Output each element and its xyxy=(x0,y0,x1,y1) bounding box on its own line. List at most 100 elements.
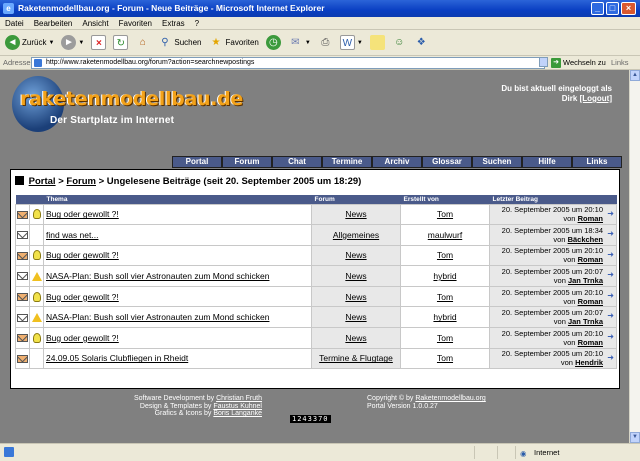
last-post-date: 20. September 2005 um 20:07 xyxy=(501,308,603,318)
forum-link[interactable]: Termine & Flugtage xyxy=(319,353,393,363)
topic-link[interactable]: Bug oder gewollt ?! xyxy=(46,292,119,302)
breadcrumb-forum[interactable]: Forum xyxy=(66,176,96,187)
favorites-button[interactable]: ★ Favoriten xyxy=(207,33,261,53)
minimize-button[interactable]: _ xyxy=(591,2,604,15)
menu-ansicht[interactable]: Ansicht xyxy=(77,17,113,29)
research-button[interactable]: ❖ xyxy=(412,33,431,53)
goto-post-icon[interactable]: ➜ xyxy=(607,209,614,217)
logout-link[interactable]: [Logout] xyxy=(580,94,612,103)
nav-forum[interactable]: Forum xyxy=(222,156,272,168)
author-link[interactable]: Tom xyxy=(437,250,453,260)
forum-link[interactable]: News xyxy=(345,271,366,281)
menu-datei[interactable]: Datei xyxy=(0,17,29,29)
back-button[interactable]: ◄ Zurück ▼ xyxy=(3,33,56,53)
home-button[interactable]: ⌂ xyxy=(133,33,152,53)
new-post-icon xyxy=(17,354,28,363)
menu-favoriten[interactable]: Favoriten xyxy=(114,17,157,29)
goto-post-icon[interactable]: ➜ xyxy=(607,312,614,320)
history-button[interactable]: ◷ xyxy=(264,33,283,53)
scroll-up-icon[interactable]: ▲ xyxy=(630,70,640,81)
menu-bearbeiten[interactable]: Bearbeiten xyxy=(29,17,78,29)
copyright-link[interactable]: Raketenmodellbau.org xyxy=(415,395,485,402)
refresh-button[interactable]: ↻ xyxy=(111,33,130,53)
goto-post-icon[interactable]: ➜ xyxy=(607,271,614,279)
topic-link[interactable]: Bug oder gewollt ?! xyxy=(46,209,119,219)
vertical-scrollbar[interactable]: ▲ ▼ xyxy=(629,70,640,443)
go-button[interactable]: ➜ Wechseln zu xyxy=(551,56,606,70)
back-label: Zurück xyxy=(22,38,47,47)
links-button[interactable]: Links xyxy=(611,56,629,70)
last-post-date: 20. September 2005 um 20:10 xyxy=(501,246,603,256)
chevron-down-icon: ▼ xyxy=(304,39,311,46)
author-link[interactable]: Tom xyxy=(437,353,453,363)
last-post-user[interactable]: Jan Trnka xyxy=(568,276,603,285)
back-arrow-icon: ◄ xyxy=(5,35,20,50)
goto-post-icon[interactable]: ➜ xyxy=(607,333,614,341)
nav-hilfe[interactable]: Hilfe xyxy=(522,156,572,168)
breadcrumb-portal[interactable]: Portal xyxy=(29,176,56,187)
scroll-down-icon[interactable]: ▼ xyxy=(630,432,640,443)
messenger-button[interactable]: ☺ xyxy=(390,33,409,53)
goto-post-icon[interactable]: ➜ xyxy=(607,353,614,361)
topic-link[interactable]: find was net... xyxy=(46,230,98,240)
topic-link[interactable]: 24.09.05 Solaris Clubfliegen in Rheidt xyxy=(46,353,188,363)
table-row: Bug oder gewollt ?! News Tom 20. September … xyxy=(15,285,617,308)
forum-link[interactable]: News xyxy=(345,333,366,343)
nav-suchen[interactable]: Suchen xyxy=(472,156,522,168)
home-icon: ⌂ xyxy=(139,37,146,48)
author-link[interactable]: maulwurf xyxy=(428,230,462,240)
goto-post-icon[interactable]: ➜ xyxy=(607,230,614,238)
nav-chat[interactable]: Chat xyxy=(272,156,322,168)
topic-link[interactable]: Bug oder gewollt ?! xyxy=(46,250,119,260)
credit-dev-link[interactable]: Christian Fruth xyxy=(216,395,262,402)
forum-link[interactable]: News xyxy=(345,209,366,219)
stop-button[interactable]: × xyxy=(89,33,108,53)
last-post-user[interactable]: Bäckchen xyxy=(568,235,603,244)
topic-link[interactable]: NASA-Plan: Bush soll vier Astronauten zu… xyxy=(46,312,269,322)
search-button[interactable]: ⚲ Suchen xyxy=(155,33,203,53)
forward-button[interactable]: ► ▼ xyxy=(59,33,86,53)
topic-cell: Bug oder gewollt ?! xyxy=(43,244,312,267)
menu-extras[interactable]: Extras xyxy=(157,17,190,29)
address-input[interactable]: http://www.raketenmodellbau.org/forum?ac… xyxy=(31,57,545,69)
author-link[interactable]: hybrid xyxy=(433,271,456,281)
address-dropdown[interactable] xyxy=(539,57,548,67)
edit-button[interactable]: W ▼ xyxy=(338,33,365,53)
new-post-icon xyxy=(17,293,28,302)
nav-glossar[interactable]: Glossar xyxy=(422,156,472,168)
author-link[interactable]: Tom xyxy=(437,292,453,302)
credit-gfx-link[interactable]: Boris Langanke xyxy=(213,410,262,417)
last-post-user[interactable]: Roman xyxy=(578,338,603,347)
printer-icon: ⎙ xyxy=(321,37,330,48)
page-viewport: raketenmodellbau.de Der Startplatz im In… xyxy=(0,70,629,443)
topic-link[interactable]: NASA-Plan: Bush soll vier Astronauten zu… xyxy=(46,271,269,281)
goto-post-icon[interactable]: ➜ xyxy=(607,250,614,258)
close-button[interactable]: × xyxy=(621,2,636,15)
goto-post-icon[interactable]: ➜ xyxy=(607,291,614,299)
forum-link[interactable]: News xyxy=(345,312,366,322)
author-link[interactable]: Tom xyxy=(437,333,453,343)
last-post-user[interactable]: Hendrik xyxy=(575,358,603,367)
author-link[interactable]: hybrid xyxy=(433,312,456,322)
forum-link[interactable]: News xyxy=(345,250,366,260)
mail-button[interactable]: ✉ ▼ xyxy=(286,33,313,53)
last-post-user[interactable]: Jan Trnka xyxy=(568,317,603,326)
nav-termine[interactable]: Termine xyxy=(322,156,372,168)
print-button[interactable]: ⎙ xyxy=(316,33,335,53)
nav-archiv[interactable]: Archiv xyxy=(372,156,422,168)
author-link[interactable]: Tom xyxy=(437,209,453,219)
credit-design-link[interactable]: Faustus Kuhnel xyxy=(213,403,262,410)
forum-link[interactable]: Allgemeines xyxy=(333,230,379,240)
last-post-user[interactable]: Roman xyxy=(578,297,603,306)
maximize-button[interactable]: □ xyxy=(606,2,619,15)
last-post-by: von xyxy=(563,337,576,347)
topic-link[interactable]: Bug oder gewollt ?! xyxy=(46,333,119,343)
nav-links[interactable]: Links xyxy=(572,156,622,168)
site-logo[interactable]: raketenmodellbau.de Der Startplatz im In… xyxy=(12,76,262,146)
menu-help[interactable]: ? xyxy=(190,17,204,29)
last-post-user[interactable]: Roman xyxy=(578,214,603,223)
note-button[interactable] xyxy=(368,33,387,53)
last-post-user[interactable]: Roman xyxy=(578,255,603,264)
forum-link[interactable]: News xyxy=(345,292,366,302)
nav-portal[interactable]: Portal xyxy=(172,156,222,168)
